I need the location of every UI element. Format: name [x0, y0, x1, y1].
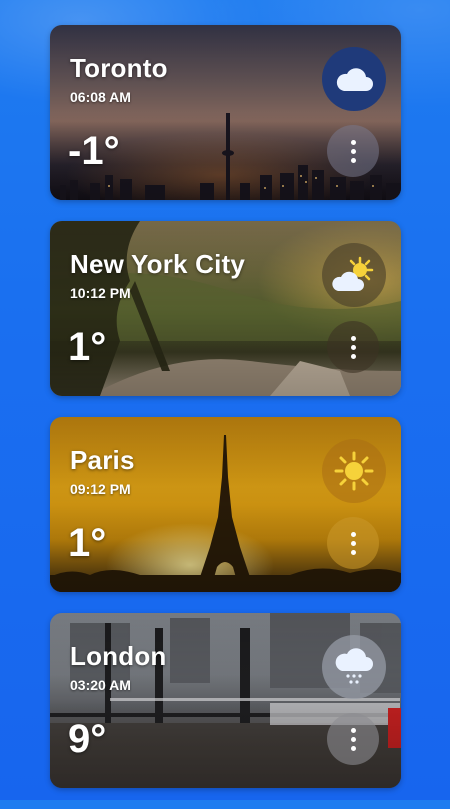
temperature: 1° — [68, 325, 107, 369]
weather-condition-button[interactable] — [322, 439, 386, 503]
city-name: Toronto — [70, 53, 168, 83]
city-card-new-york-city[interactable]: New York City 10:12 PM 1° — [50, 221, 401, 396]
weather-condition-button[interactable] — [322, 243, 386, 307]
more-vert-icon — [350, 335, 356, 341]
more-vert-icon — [350, 531, 356, 537]
city-name: London — [70, 641, 167, 671]
weather-condition-button[interactable] — [322, 635, 386, 699]
partly-cloudy-icon — [332, 256, 374, 291]
local-time: 03:20 AM — [70, 677, 131, 693]
city-card-toronto[interactable]: Toronto 06:08 AM -1° — [50, 25, 401, 200]
city-card-london[interactable]: London 03:20 AM 9° — [50, 613, 401, 788]
more-options-button[interactable] — [327, 125, 379, 177]
temperature: 9° — [68, 717, 107, 761]
local-time: 06:08 AM — [70, 89, 131, 105]
rain-cloud-icon — [335, 648, 373, 684]
weather-condition-button[interactable] — [322, 47, 386, 111]
local-time: 09:12 PM — [70, 481, 131, 497]
sun-icon — [334, 451, 374, 491]
cloud-icon — [336, 68, 373, 91]
temperature: -1° — [68, 129, 120, 173]
more-options-button[interactable] — [327, 321, 379, 373]
city-name: New York City — [70, 249, 246, 279]
city-list: Toronto 06:08 AM -1° New York City 10:12… — [50, 25, 401, 809]
temperature: 1° — [68, 521, 107, 565]
more-options-button[interactable] — [327, 517, 379, 569]
city-card-paris[interactable]: Paris 09:12 PM 1° — [50, 417, 401, 592]
city-name: Paris — [70, 445, 135, 475]
local-time: 10:12 PM — [70, 285, 131, 301]
more-vert-icon — [350, 727, 356, 733]
more-options-button[interactable] — [327, 713, 379, 765]
more-vert-icon — [350, 139, 356, 145]
